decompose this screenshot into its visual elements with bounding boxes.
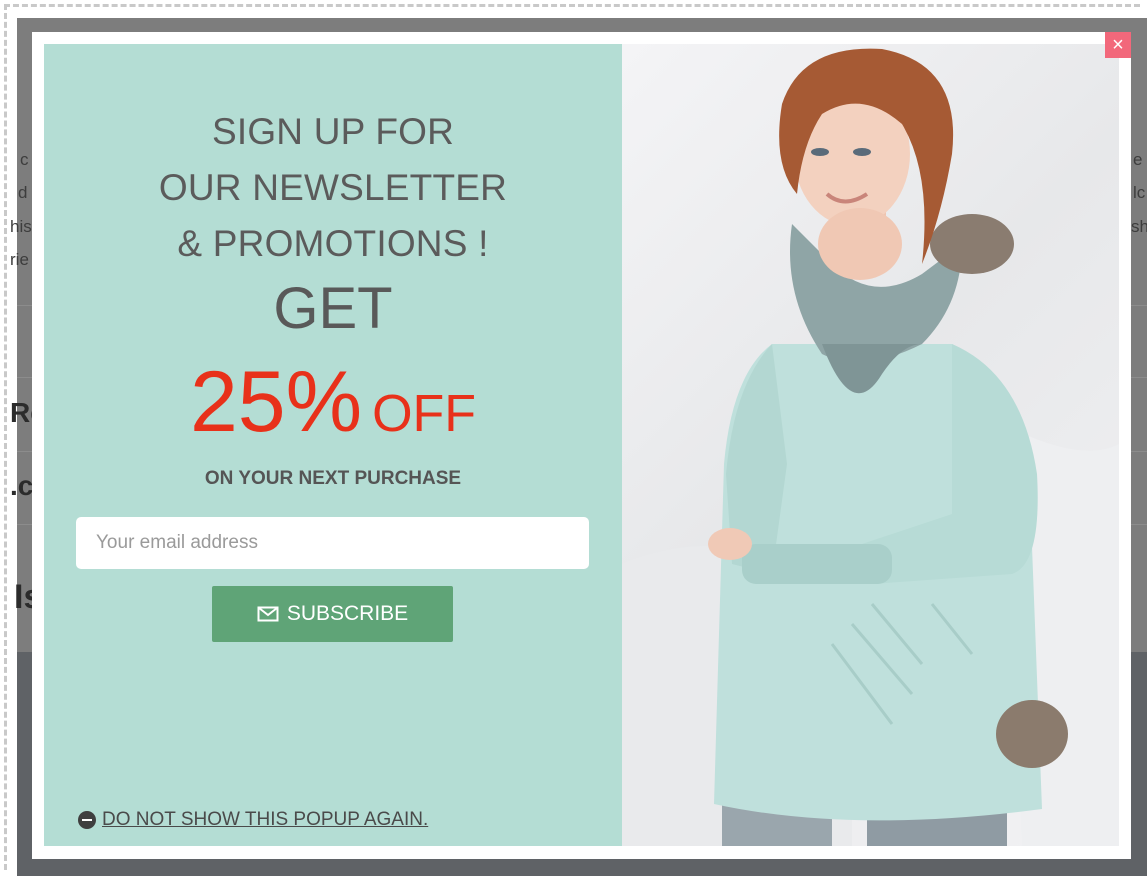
- close-button[interactable]: ×: [1105, 32, 1131, 58]
- subscribe-label: SUBSCRIBE: [286, 602, 409, 625]
- newsletter-popup: SIGN UP FOR OUR NEWSLETTER & PROMOTIONS …: [32, 32, 1131, 859]
- headline-line-3: & PROMOTIONS !: [177, 223, 489, 264]
- background-text: his: [10, 217, 32, 236]
- do-not-show-again-link[interactable]: DO NOT SHOW THIS POPUP AGAIN.: [78, 806, 428, 834]
- minus-circle-icon: [78, 811, 96, 829]
- close-icon: ×: [1112, 34, 1124, 56]
- background-text: d: [18, 183, 28, 202]
- background-text: .c: [10, 470, 34, 501]
- get-label: GET: [273, 276, 393, 341]
- email-input[interactable]: [76, 517, 589, 569]
- envelope-icon: [257, 606, 279, 622]
- background-text: sh: [1131, 217, 1147, 236]
- subscribe-button[interactable]: SUBSCRIBE: [212, 586, 453, 642]
- background-text: rie: [10, 250, 29, 269]
- background-text: lc: [1133, 183, 1146, 202]
- headline-line-1: SIGN UP FOR: [211, 111, 455, 152]
- discount-value: 25%: [189, 354, 363, 450]
- discount-offer: 25% OFF: [44, 352, 622, 477]
- do-not-show-again-label: DO NOT SHOW THIS POPUP AGAIN.: [102, 809, 429, 830]
- offer-subline: ON YOUR NEXT PURCHASE: [204, 468, 462, 489]
- background-text: c: [20, 150, 29, 169]
- promo-image: [622, 44, 1119, 846]
- popup-content-panel: SIGN UP FOR OUR NEWSLETTER & PROMOTIONS …: [44, 44, 622, 846]
- headline-line-2: OUR NEWSLETTER: [158, 167, 508, 208]
- background-text: e: [1133, 150, 1143, 169]
- woman-photo-illustration: [622, 48, 1119, 846]
- discount-suffix: OFF: [372, 385, 477, 443]
